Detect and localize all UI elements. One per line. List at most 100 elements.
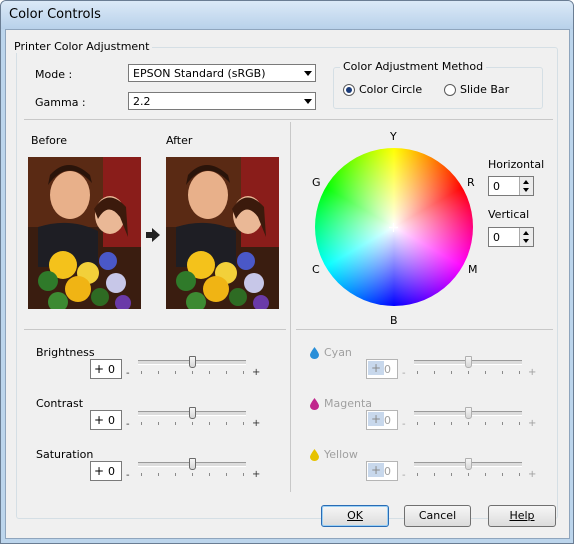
yellow-slider-tick [468,473,469,476]
help-button-label: Help [509,509,535,522]
ok-button[interactable]: OK [321,505,389,527]
magenta-slider-tick [451,422,452,425]
magenta-min-marker: - [402,419,406,430]
saturation-label: Saturation [36,448,94,461]
help-button[interactable]: Help [488,505,556,527]
contrast-slider-thumb[interactable] [189,407,196,419]
magenta-label: Magenta [324,397,373,410]
cyan-value-field: +0 [366,359,398,379]
color-circle-radio[interactable] [343,84,355,96]
cyan-sign: + [368,361,385,375]
brightness-value: 0 [108,363,115,376]
separator-mid-right [296,329,553,330]
brightness-slider-tick [243,371,244,374]
yellow-slider-tick [417,473,418,476]
circle-crosshair [389,222,398,232]
circle-label-g: G [312,176,321,189]
magenta-slider-tick [468,422,469,425]
yellow-slider-tick [485,473,486,476]
contrast-value-field[interactable]: +0 [90,410,122,430]
title-bar[interactable]: Color Controls [1,1,573,29]
brightness-slider-tick [209,371,210,374]
horizontal-spinner[interactable]: 0 [488,176,534,196]
contrast-label: Contrast [36,397,84,410]
cyan-drop-icon [310,347,319,359]
magenta-value-field: +0 [366,410,398,430]
magenta-slider-thumb [465,407,472,419]
cyan-slider-thumb [465,356,472,368]
cyan-slider-tick [417,371,418,374]
spin-up-icon[interactable] [523,180,529,184]
circle-label-y: Y [390,130,397,143]
yellow-value-field: +0 [366,461,398,481]
brightness-slider-tick [158,371,159,374]
magenta-sign: + [368,412,385,426]
brightness-sign: + [94,362,105,376]
color-controls-window: Color Controls Printer Color Adjustment … [0,0,574,544]
vertical-spinner[interactable]: 0 [488,227,534,247]
vertical-value: 0 [493,231,500,244]
spin-down-icon[interactable] [523,188,529,192]
yellow-drop-icon [310,449,319,461]
yellow-slider-tick [434,473,435,476]
separator-mid-left [24,329,286,330]
contrast-slider-tick [141,422,142,425]
brightness-slider-thumb[interactable] [189,356,196,368]
cyan-slider-tick [434,371,435,374]
before-preview-image [28,157,141,309]
color-circle[interactable] [315,148,473,306]
color-circle-label[interactable]: Color Circle [359,83,422,96]
magenta-slider-tick [434,422,435,425]
separator-top [24,119,553,120]
brightness-slider-tick [175,371,176,374]
brightness-slider-tick [192,371,193,374]
cyan-slider-tick [468,371,469,374]
magenta-slider-tick [485,422,486,425]
circle-label-m: M [468,263,478,276]
cancel-button-label: Cancel [418,509,457,522]
color-adjustment-method-label: Color Adjustment Method [340,60,487,73]
magenta-slider-tick [519,422,520,425]
gamma-label: Gamma : [35,96,86,109]
saturation-value: 0 [108,465,115,478]
saturation-slider-tick [175,473,176,476]
cyan-max-marker: + [528,367,537,378]
after-label: After [166,134,193,147]
saturation-slider-tick [243,473,244,476]
saturation-slider-thumb[interactable] [189,458,196,470]
spin-up-icon[interactable] [523,231,529,235]
contrast-sign: + [94,413,105,427]
spin-down-icon[interactable] [523,239,529,243]
brightness-min-marker: - [126,368,130,379]
yellow-slider-tick [451,473,452,476]
brightness-max-marker: + [252,367,261,378]
slide-bar-label[interactable]: Slide Bar [460,83,509,96]
contrast-min-marker: - [126,419,130,430]
circle-label-b: B [390,314,398,327]
circle-label-r: R [467,176,475,189]
vertical-spin-buttons[interactable] [519,228,533,246]
brightness-slider-tick [141,371,142,374]
yellow-max-marker: + [528,469,537,480]
magenta-max-marker: + [528,418,537,429]
horizontal-spin-buttons[interactable] [519,177,533,195]
cyan-slider-tick [451,371,452,374]
magenta-slider-tick [417,422,418,425]
gamma-select[interactable]: 2.2 [128,92,316,110]
separator-vertical [290,122,291,492]
brightness-value-field[interactable]: +0 [90,359,122,379]
saturation-value-field[interactable]: +0 [90,461,122,481]
horizontal-label: Horizontal [488,158,545,171]
horizontal-value: 0 [493,180,500,193]
mode-label: Mode : [35,68,73,81]
cancel-button[interactable]: Cancel [404,505,471,527]
yellow-min-marker: - [402,470,406,481]
chevron-down-icon [304,99,312,104]
mode-select[interactable]: EPSON Standard (sRGB) [128,64,316,82]
circle-label-c: C [312,263,320,276]
saturation-max-marker: + [252,469,261,480]
brightness-slider-tick [226,371,227,374]
magenta-slider-tick [502,422,503,425]
mode-value: EPSON Standard (sRGB) [133,67,266,80]
slide-bar-radio[interactable] [444,84,456,96]
